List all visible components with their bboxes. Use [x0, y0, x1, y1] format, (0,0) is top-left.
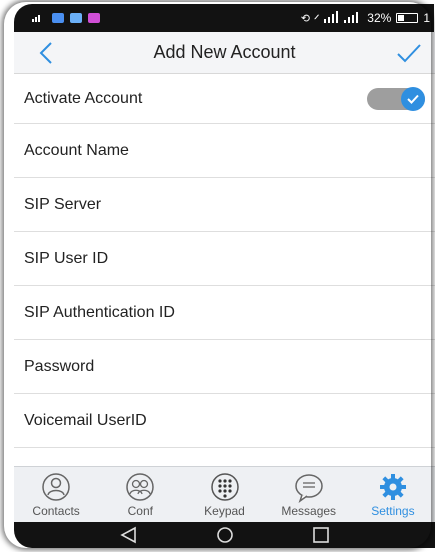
status-bar: ⟲ 𝄍 32% 1	[14, 4, 434, 32]
keypad-icon	[210, 473, 239, 501]
bottom-tab-bar: Contacts Conf Keypad Messages Settings	[14, 466, 435, 522]
app-notification-icon	[70, 13, 82, 23]
chevron-left-icon	[39, 42, 52, 64]
list-continuation	[14, 448, 435, 464]
checkmark-icon	[407, 94, 419, 104]
toggle-knob	[401, 86, 425, 111]
recents-square-icon[interactable]	[311, 526, 331, 544]
voicemail-userid-row[interactable]: Voicemail UserID	[14, 394, 435, 448]
back-button[interactable]	[36, 40, 60, 66]
save-button[interactable]	[395, 40, 423, 66]
sip-server-label: SIP Server	[24, 195, 102, 213]
tab-label: Contacts	[32, 504, 80, 518]
app-notification-icon	[88, 13, 100, 23]
tab-label: Conf	[127, 504, 153, 518]
gear-icon	[379, 474, 406, 500]
notification-icons	[14, 12, 100, 25]
sip-authentication-id-row[interactable]: SIP Authentication ID	[14, 286, 435, 340]
sync-icon: ⟲	[300, 12, 310, 25]
system-navigation-bar	[14, 522, 435, 548]
account-name-label: Account Name	[24, 141, 129, 159]
checkmark-icon	[397, 44, 421, 63]
activate-account-toggle[interactable]	[367, 86, 425, 111]
sip-server-row[interactable]: SIP Server	[14, 178, 435, 232]
contacts-icon	[42, 473, 70, 501]
sip-user-id-row[interactable]: SIP User ID	[14, 232, 435, 286]
tab-label: Messages	[281, 504, 337, 518]
header-bar: Add New Account	[14, 32, 435, 74]
activate-account-label: Activate Account	[24, 89, 143, 107]
app-notification-icon	[52, 13, 64, 23]
back-triangle-icon[interactable]	[119, 526, 139, 544]
home-circle-icon[interactable]	[215, 526, 235, 544]
password-row[interactable]: Password	[14, 340, 435, 394]
tab-settings[interactable]: Settings	[351, 467, 435, 522]
tab-keypad[interactable]: Keypad	[182, 467, 266, 522]
system-status: ⟲ 𝄍 32% 1	[300, 10, 434, 26]
voicemail-userid-label: Voicemail UserID	[24, 411, 147, 429]
phone-screen: ⟲ 𝄍 32% 1 Add New Account Activate Accou…	[0, 0, 435, 552]
tab-messages[interactable]: Messages	[267, 467, 351, 522]
password-label: Password	[24, 357, 95, 375]
account-name-row[interactable]: Account Name	[14, 124, 435, 178]
battery-icon	[396, 13, 419, 23]
tab-label: Keypad	[204, 504, 245, 518]
tab-label: Settings	[371, 504, 415, 518]
account-settings-list: Activate Account Account Name SIP Server…	[14, 74, 435, 464]
messages-icon	[294, 474, 323, 503]
network-icon	[323, 10, 339, 26]
conference-icon	[126, 473, 155, 501]
cell-signal-icon	[344, 11, 362, 26]
tab-conf[interactable]: Conf	[98, 467, 182, 522]
vibrate-icon: 𝄍	[313, 11, 319, 24]
sip-user-id-label: SIP User ID	[24, 249, 109, 267]
clock: 1	[423, 11, 430, 25]
activate-account-row[interactable]: Activate Account	[14, 74, 435, 124]
sip-authentication-id-label: SIP Authentication ID	[24, 303, 175, 321]
signal-bars-icon	[32, 12, 46, 25]
battery-percent: 32%	[367, 11, 392, 25]
page-title: Add New Account	[153, 42, 296, 62]
tab-contacts[interactable]: Contacts	[14, 467, 98, 522]
